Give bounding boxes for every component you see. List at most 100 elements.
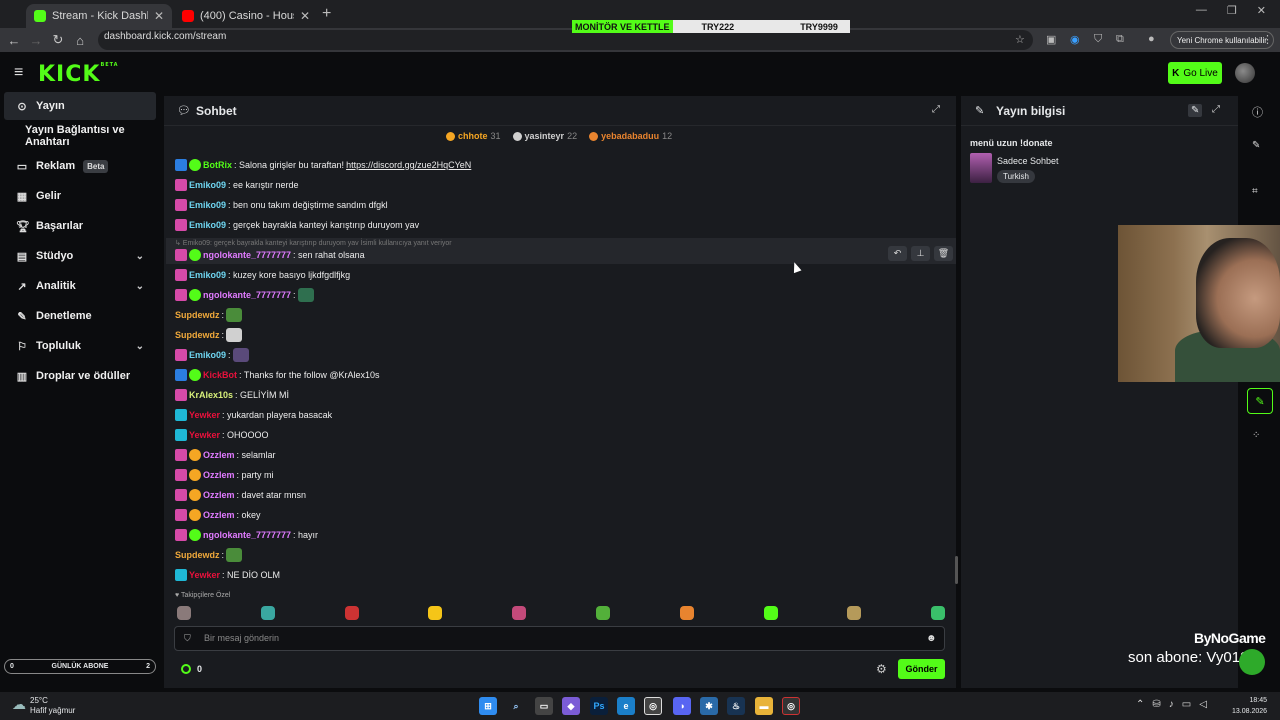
app-icon[interactable]: ◎	[782, 697, 800, 715]
user-avatar[interactable]	[1235, 63, 1255, 83]
chat-username[interactable]: Ozzlem	[203, 490, 235, 500]
emote-button[interactable]	[512, 606, 527, 620]
reply-icon[interactable]: ↶	[888, 246, 907, 261]
go-live-button[interactable]: K Go Live	[1168, 62, 1222, 84]
url-text[interactable]: dashboard.kick.com/stream	[104, 31, 226, 42]
chat-message[interactable]: Yewker: OHOOOO	[175, 427, 269, 443]
emote-button[interactable]	[428, 606, 443, 620]
chat-username[interactable]: Yewker	[189, 570, 220, 580]
chat-username[interactable]: Emiko09	[189, 180, 226, 190]
maximize-button[interactable]: ❐	[1227, 4, 1237, 17]
shield-extension-icon[interactable]: ⛉	[1094, 33, 1102, 46]
emoji-picker-icon[interactable]: ☻	[926, 633, 937, 644]
edit-icon[interactable]: ✎	[1252, 140, 1260, 151]
reload-icon[interactable]: ↻	[47, 32, 69, 48]
app-icon[interactable]: ✱	[700, 697, 718, 715]
account-icon[interactable]: ●	[1148, 33, 1155, 45]
chat-message[interactable]: BotRix: Salona girişler bu taraftan! htt…	[175, 157, 471, 173]
sidebar-item-reklam[interactable]: ▭ Reklam Beta	[4, 152, 156, 180]
emote-button[interactable]	[596, 606, 610, 620]
chat-settings-gear-icon[interactable]: ⚙	[876, 662, 887, 676]
pin-icon[interactable]: ⊥	[911, 246, 930, 261]
chat-username[interactable]: Supdewdz	[175, 330, 220, 340]
chat-message[interactable]: Supdewdz:	[175, 547, 243, 563]
chat-username[interactable]: Supdewdz	[175, 310, 220, 320]
close-tab-icon[interactable]: ✕	[300, 9, 310, 23]
chat-username[interactable]: Emiko09	[189, 350, 226, 360]
chat-username[interactable]: BotRix	[203, 160, 232, 170]
popout-icon[interactable]: ⤢	[932, 104, 940, 115]
close-tab-icon[interactable]: ✕	[154, 9, 164, 23]
url-bar[interactable]	[98, 30, 1033, 50]
edge-icon[interactable]: e	[617, 697, 635, 715]
chat-message[interactable]: Yewker: NE DİO OLM	[175, 567, 280, 583]
forward-icon[interactable]: →	[25, 33, 47, 48]
extension-icon[interactable]: ◉	[1070, 33, 1080, 46]
emote-button[interactable]	[847, 606, 862, 620]
puzzle-icon[interactable]: ⧉	[1116, 33, 1124, 46]
close-window-button[interactable]: ✕	[1257, 4, 1266, 17]
kick-logo[interactable]: KICKBETA	[38, 62, 119, 87]
bookmark-star-icon[interactable]: ☆	[1015, 33, 1025, 46]
sidebar-item-basarilar[interactable]: 🏆︎ Başarılar	[4, 212, 156, 240]
discord-icon[interactable]: ◑	[673, 697, 691, 715]
home-icon[interactable]: ⌂	[69, 33, 91, 48]
chat-message[interactable]: Ozzlem: selamlar	[175, 447, 276, 463]
taskbar-clock[interactable]: 18:45 13.08.2026	[1232, 695, 1267, 717]
chat-message[interactable]: Ozzlem: party mi	[175, 467, 274, 483]
chat-username[interactable]: KrAlex10s	[189, 390, 233, 400]
extension-icon[interactable]: ▣	[1046, 33, 1056, 46]
chat-message[interactable]: Emiko09: kuzey kore basıyo ljkdfgdlfjkg	[175, 267, 350, 283]
menu-kebab-icon[interactable]: ⋮	[1262, 33, 1273, 46]
chat-message[interactable]: Ozzlem: okey	[175, 507, 261, 523]
chat-username[interactable]: Ozzlem	[203, 470, 235, 480]
chat-message[interactable]: Emiko09: ee karıştır nerde	[175, 177, 299, 193]
chat-message[interactable]: KickBot: Thanks for the follow @KrAlex10…	[175, 367, 380, 383]
chat-message[interactable]: Yewker: yukardan playera basacak	[175, 407, 332, 423]
tray-app-icon[interactable]: ⛁	[1152, 699, 1160, 710]
chat-username[interactable]: Yewker	[189, 410, 220, 420]
chrome-icon[interactable]: ◎	[644, 697, 662, 715]
gifter[interactable]: yasinteyr 22	[512, 131, 577, 141]
gifter[interactable]: chhote 31	[446, 131, 501, 141]
photoshop-icon[interactable]: Ps	[590, 697, 608, 715]
emote-button[interactable]	[260, 606, 275, 620]
search-icon[interactable]: ⌕	[507, 697, 525, 715]
moderation-tool-icon[interactable]: ✎	[1247, 388, 1273, 414]
chat-username[interactable]: ngolokante_7777777	[203, 530, 291, 540]
weather-widget[interactable]: ☁ 25°C Hafif yağmur	[12, 696, 75, 716]
chat-username[interactable]: ngolokante_7777777	[203, 290, 291, 300]
new-tab-button[interactable]: +	[322, 5, 331, 23]
chat-message[interactable]: Emiko09:	[175, 347, 249, 363]
file-explorer-icon[interactable]: ▬	[755, 697, 773, 715]
copilot-icon[interactable]: ◆	[562, 697, 580, 715]
sidebar-item-gelir[interactable]: ▦ Gelir	[4, 182, 156, 210]
chat-message[interactable]: Supdewdz:	[175, 307, 243, 323]
chevron-up-icon[interactable]: ⌃	[1136, 699, 1144, 710]
chat-input-placeholder[interactable]: Bir mesaj gönderin	[204, 633, 279, 643]
chat-link[interactable]: https://discord.gg/zue2HqCYeN	[346, 160, 471, 170]
tab-youtube-casino[interactable]: (400) Casino - House of the Ri: ✕	[174, 4, 318, 28]
sidebar-item-yayin[interactable]: ⊙ Yayın	[4, 92, 156, 120]
sidebar-item-topluluk[interactable]: ⚐ Topluluk ⌄	[4, 332, 156, 360]
chat-username[interactable]: KickBot	[203, 370, 237, 380]
chat-message[interactable]: ngolokante_7777777: sen rahat olsana	[175, 247, 365, 263]
sidebar-item-stream-key[interactable]: Yayın Bağlantısı ve Anahtarı	[4, 122, 156, 150]
crop-icon[interactable]: ⌗	[1252, 186, 1258, 197]
chrome-update-button[interactable]: Yeni Chrome kullanılabilir	[1170, 31, 1274, 49]
network-icon[interactable]: ▭	[1182, 699, 1191, 710]
widgets-icon[interactable]: ⁘	[1252, 430, 1260, 441]
edit-pencil-icon[interactable]: ✎	[1188, 104, 1203, 117]
chat-username[interactable]: Emiko09	[189, 200, 226, 210]
chat-message[interactable]: KrAlex10s: GELİYİM Mİ	[175, 387, 289, 403]
popout-icon[interactable]: ⤢	[1212, 104, 1220, 115]
chat-scrollbar[interactable]	[955, 556, 958, 584]
windows-start-icon[interactable]: ⊞	[479, 697, 497, 715]
hamburger-menu-icon[interactable]: ≡	[14, 64, 23, 82]
chat-message[interactable]: ngolokante_7777777: hayır	[175, 527, 318, 543]
emote-button[interactable]	[679, 606, 694, 620]
chat-username[interactable]: Emiko09	[189, 270, 226, 280]
emote-button[interactable]	[177, 606, 191, 620]
chat-message[interactable]: Ozzlem: davet atar mnsn	[175, 487, 306, 503]
emote-button[interactable]	[931, 606, 946, 620]
